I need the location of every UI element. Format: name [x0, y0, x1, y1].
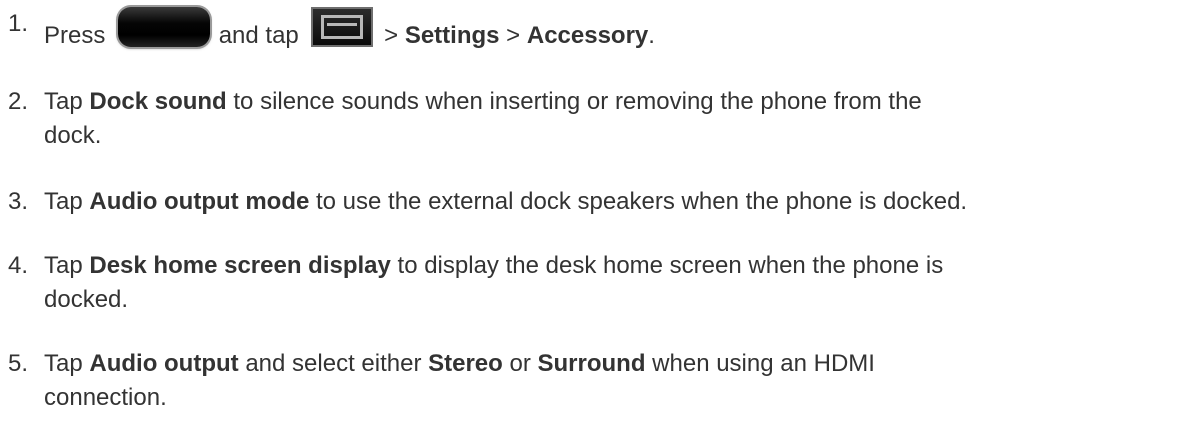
menu-key-icon — [311, 7, 374, 47]
step-1: 1. Press and tap > Settings > Accessory. — [8, 7, 1194, 53]
dock-sound-term: Dock sound — [89, 88, 227, 115]
step-text: Tap Audio output mode to use the externa… — [44, 188, 968, 215]
step-number: 5. — [8, 350, 29, 377]
step-number: 3. — [8, 188, 29, 215]
audio-output-term: Audio output — [89, 350, 239, 377]
step-2: 2. Tap Dock sound to silence sounds when… — [8, 85, 1194, 153]
stereo-term: Stereo — [428, 350, 503, 377]
step-4: 4. Tap Desk home screen display to displ… — [8, 249, 1194, 317]
step-5: 5. Tap Audio output and select either St… — [8, 347, 1194, 415]
step-number: 2. — [8, 88, 29, 115]
step-text: Tap Audio output and select either Stere… — [44, 350, 875, 411]
step-text: Press and tap > Settings > Accessory. — [44, 7, 1194, 53]
accessory-term: Accessory — [526, 22, 649, 49]
step-number: 4. — [8, 252, 29, 279]
surround-term: Surround — [537, 350, 646, 377]
settings-term: Settings — [404, 22, 500, 49]
step-number: 1. — [8, 10, 29, 37]
desk-home-screen-display-term: Desk home screen display — [89, 252, 391, 279]
home-key-icon — [118, 7, 211, 47]
step-text: Tap Desk home screen display to display … — [44, 252, 944, 313]
step-text: Tap Dock sound to silence sounds when in… — [44, 88, 922, 149]
audio-output-mode-term: Audio output mode — [89, 188, 310, 215]
step-3: 3. Tap Audio output mode to use the exte… — [8, 185, 1194, 219]
